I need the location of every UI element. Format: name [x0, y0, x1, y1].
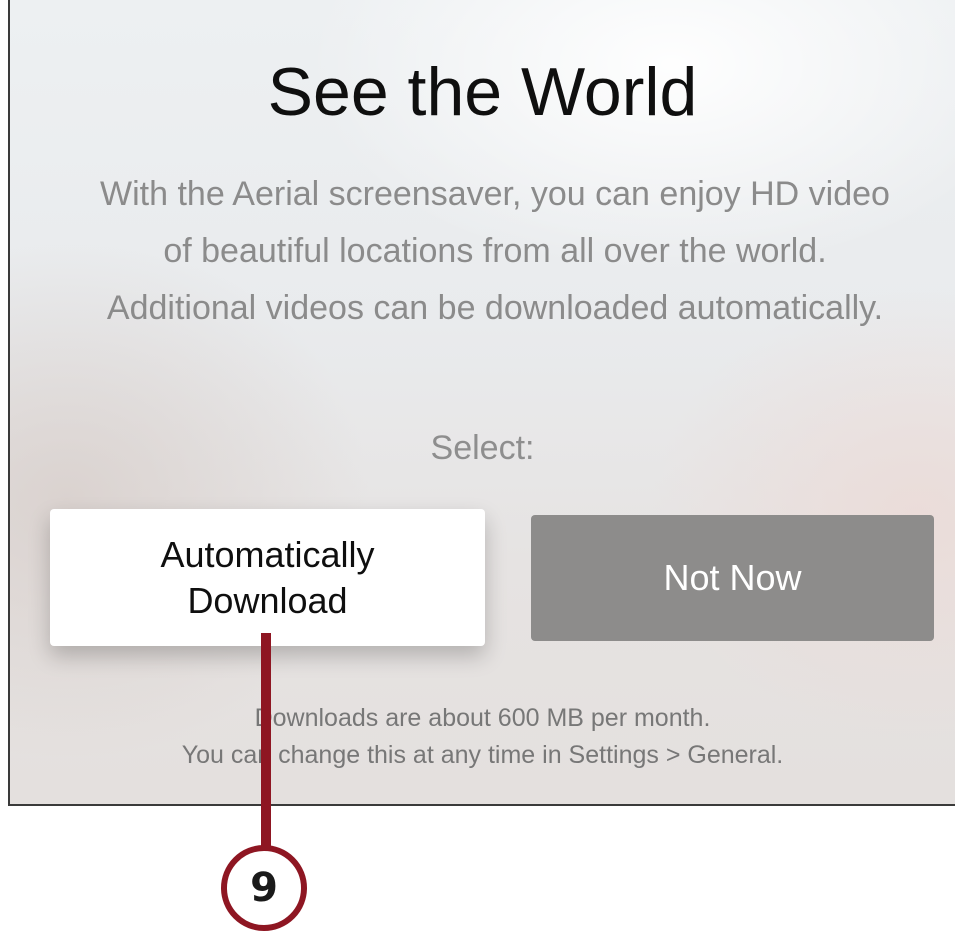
footnote-line-2: You can change this at any time in Setti…	[181, 741, 784, 769]
select-label: Select:	[430, 429, 535, 467]
callout-step-number: 9	[221, 845, 307, 931]
footnote-line-1: Downloads are about 600 MB per month.	[254, 704, 711, 732]
description-text: With the Aerial screensaver, you can enj…	[100, 175, 890, 327]
not-now-label: Not Now	[663, 557, 802, 598]
aerial-setup-screen: See the World With the Aerial screensave…	[8, 0, 955, 806]
callout-line	[261, 633, 271, 848]
footnote: Downloads are about 600 MB per month. Yo…	[10, 700, 955, 774]
page-title: See the World	[267, 54, 698, 130]
automatically-download-label: Automatically Download	[160, 533, 375, 621]
not-now-button[interactable]: Not Now	[531, 515, 934, 641]
automatically-download-button[interactable]: Automatically Download	[50, 509, 485, 646]
